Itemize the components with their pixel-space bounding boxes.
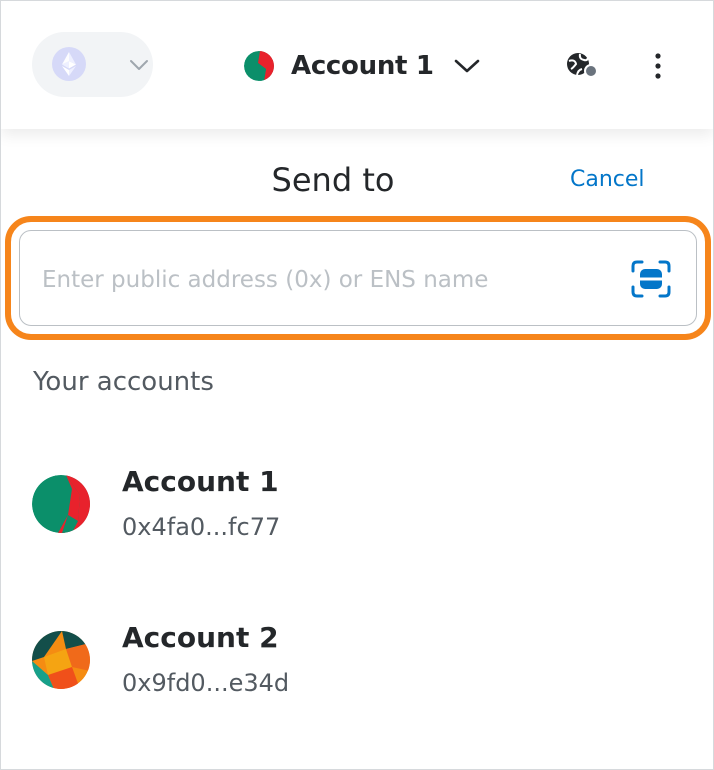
app-header: Account 1 xyxy=(1,1,713,129)
qr-scan-icon[interactable] xyxy=(630,259,672,299)
account-address: 0x9fd0...e34d xyxy=(122,669,290,697)
account-avatar-icon xyxy=(32,475,90,533)
account-menu-button[interactable]: Account 1 xyxy=(244,41,480,91)
cancel-button[interactable]: Cancel xyxy=(570,167,645,192)
account-avatar-icon xyxy=(32,631,90,689)
account-list-item[interactable]: Account 1 0x4fa0...fc77 xyxy=(1,453,713,563)
ethereum-icon xyxy=(52,47,86,81)
account-avatar-icon xyxy=(244,51,274,81)
chevron-down-icon xyxy=(454,59,480,73)
address-input[interactable] xyxy=(40,259,604,301)
page-title: Send to xyxy=(271,161,395,199)
kebab-menu-icon[interactable] xyxy=(648,51,668,81)
network-selector[interactable] xyxy=(32,32,153,97)
account-name: Account 2 xyxy=(122,621,279,654)
wallet-popup: Account 1 Send to Cancel Enter public ad… xyxy=(0,0,714,770)
account-list-item[interactable]: Account 2 0x9fd0...e34d xyxy=(1,609,713,719)
globe-icon[interactable] xyxy=(563,49,599,81)
chevron-down-icon xyxy=(130,60,148,70)
your-accounts-heading: Your accounts xyxy=(33,367,214,397)
account-name: Account 1 xyxy=(122,465,279,498)
address-input-container xyxy=(19,230,697,326)
account-address: 0x4fa0...fc77 xyxy=(122,513,281,541)
account-name: Account 1 xyxy=(291,51,434,81)
address-input-highlight xyxy=(5,216,711,340)
